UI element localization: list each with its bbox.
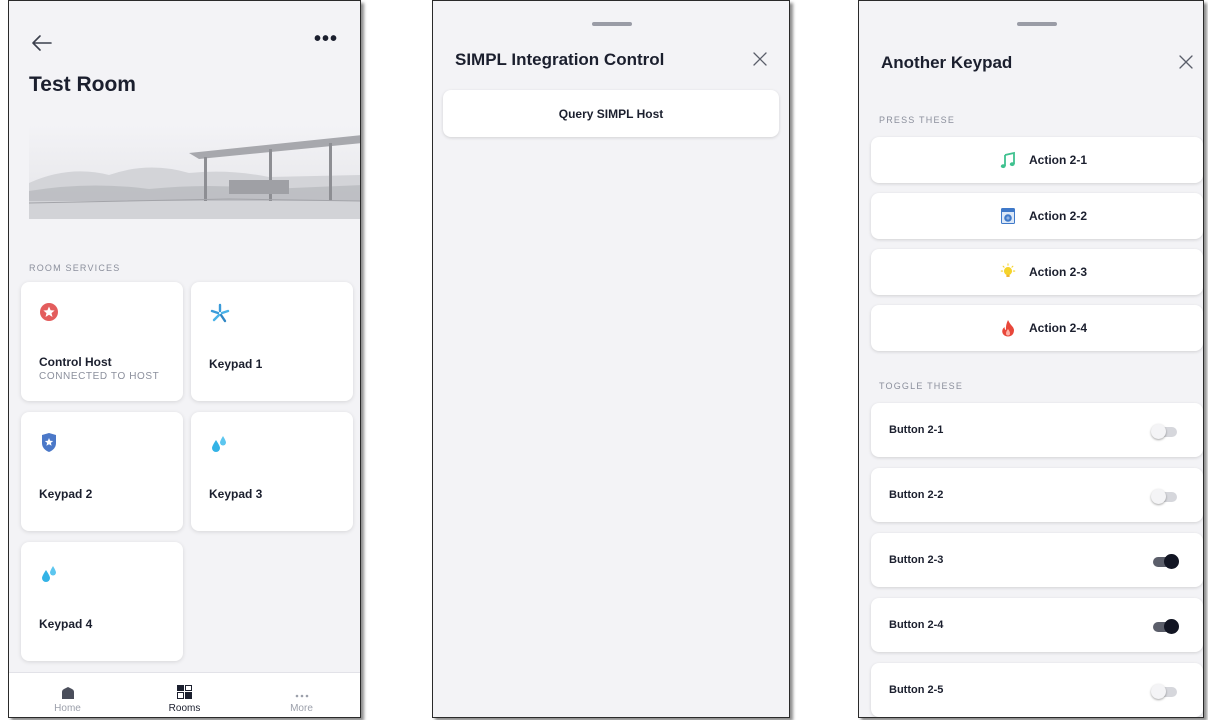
sheet-title: SIMPL Integration Control: [455, 50, 665, 69]
action-button-2-1[interactable]: Action 2-1: [871, 137, 1203, 183]
action-button-2-4[interactable]: Action 2-4: [871, 305, 1203, 351]
toggle-switch[interactable]: [1151, 618, 1179, 634]
drag-handle[interactable]: [592, 22, 632, 26]
action-label: Action 2-3: [1029, 265, 1088, 279]
nav-rooms[interactable]: Rooms: [126, 673, 243, 717]
more-dots-icon: [295, 684, 309, 699]
toggle-label: Button 2-4: [889, 619, 944, 631]
tile-name: Keypad 4: [39, 617, 93, 631]
sheet-title: Another Keypad: [881, 53, 1013, 72]
flame-icon: [999, 319, 1017, 337]
simpl-sheet: SIMPL Integration Control Query SIMPL Ho…: [432, 0, 790, 718]
action-button-2-2[interactable]: Action 2-2: [871, 193, 1203, 239]
tile-name: Control Host: [39, 355, 112, 369]
star-badge-icon: [39, 302, 59, 324]
query-simpl-host-button[interactable]: Query SIMPL Host: [443, 90, 779, 137]
water-drops-icon: [39, 562, 59, 584]
toggle-row-2-4[interactable]: Button 2-4: [871, 598, 1203, 652]
action-label: Action 2-4: [1029, 321, 1088, 335]
service-tile-keypad-2[interactable]: Keypad 2: [21, 412, 183, 531]
toggle-these-label: TOGGLE THESE: [879, 381, 964, 391]
room-services-label: ROOM SERVICES: [29, 263, 121, 273]
toggle-switch[interactable]: [1151, 553, 1179, 569]
home-icon: [61, 684, 75, 699]
toggle-row-2-1[interactable]: Button 2-1: [871, 403, 1203, 457]
action-label: Action 2-1: [1029, 153, 1088, 167]
toggle-label: Button 2-1: [889, 424, 944, 436]
toggle-row-2-3[interactable]: Button 2-3: [871, 533, 1203, 587]
service-tile-control-host[interactable]: Control Host CONNECTED TO HOST: [21, 282, 183, 401]
washer-icon: [999, 207, 1017, 225]
rooms-grid-icon: [177, 684, 192, 699]
toggle-label: Button 2-3: [889, 554, 944, 566]
tile-name: Keypad 1: [209, 357, 263, 371]
nav-rooms-label: Rooms: [168, 703, 201, 714]
keypad-sheet: Another Keypad PRESS THESE Action 2-1 Ac…: [858, 0, 1204, 718]
nav-more[interactable]: More: [243, 673, 360, 717]
drag-handle[interactable]: [1017, 22, 1057, 26]
more-options-button[interactable]: •••: [314, 29, 338, 49]
tile-status: CONNECTED TO HOST: [39, 371, 160, 382]
page-title: Test Room: [29, 73, 136, 96]
toggle-row-2-5[interactable]: Button 2-5: [871, 663, 1203, 717]
service-tile-keypad-3[interactable]: Keypad 3: [191, 412, 353, 531]
toggle-row-2-2[interactable]: Button 2-2: [871, 468, 1203, 522]
tile-name: Keypad 2: [39, 487, 93, 501]
close-icon[interactable]: [1177, 53, 1195, 71]
nav-home-label: Home: [54, 703, 81, 714]
music-note-icon: [999, 151, 1017, 169]
toggle-switch[interactable]: [1151, 423, 1179, 439]
service-tile-keypad-1[interactable]: Keypad 1: [191, 282, 353, 401]
nav-home[interactable]: Home: [9, 673, 126, 717]
action-button-2-3[interactable]: Action 2-3: [871, 249, 1203, 295]
action-label: Action 2-2: [1029, 209, 1088, 223]
toggle-switch[interactable]: [1151, 488, 1179, 504]
room-photo: [28, 125, 360, 219]
service-tile-keypad-4[interactable]: Keypad 4: [21, 542, 183, 661]
close-icon[interactable]: [751, 50, 769, 68]
lightbulb-icon: [999, 263, 1017, 281]
toggle-switch[interactable]: [1151, 683, 1179, 699]
tile-name: Keypad 3: [209, 487, 263, 501]
toggle-label: Button 2-2: [889, 489, 944, 501]
pinwheel-icon: [209, 302, 230, 324]
toggle-label: Button 2-5: [889, 684, 944, 696]
bottom-navigation: Home Rooms More: [9, 672, 360, 717]
nav-more-label: More: [290, 703, 313, 714]
room-screen: ••• Test Room ROOM SERVICES Control Host…: [8, 0, 361, 718]
shield-star-icon: [39, 432, 59, 454]
water-drops-icon: [209, 432, 229, 454]
back-arrow-icon[interactable]: [29, 31, 55, 55]
press-these-label: PRESS THESE: [879, 115, 956, 125]
